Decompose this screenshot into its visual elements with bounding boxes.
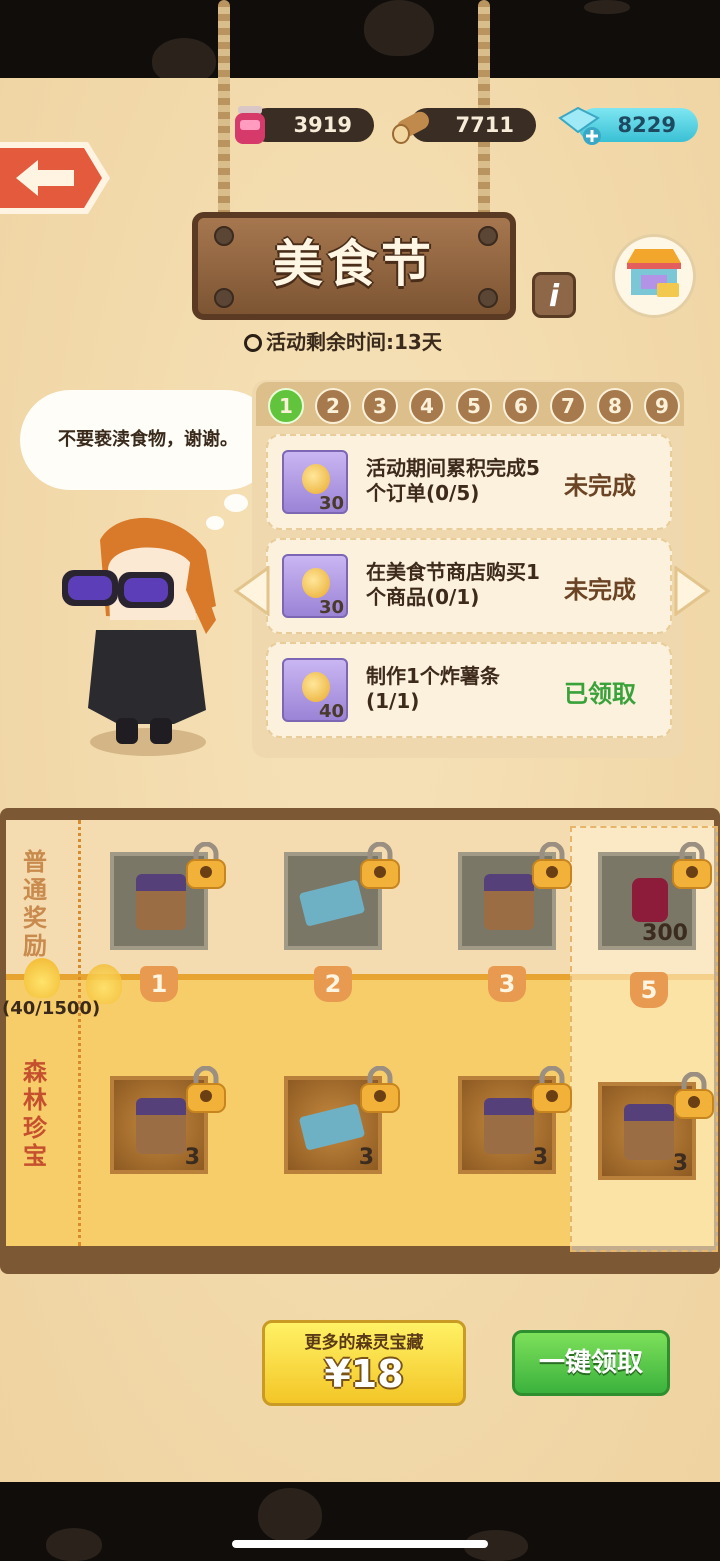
shadow-creature-decor [46, 1528, 102, 1561]
step-4[interactable]: 4 [409, 388, 445, 424]
free-tier-label: 普通奖励 [23, 848, 47, 960]
task-status: 未完成 [564, 576, 636, 604]
slot-qty: 3 [358, 1145, 374, 1170]
task-card: 30 在美食节商店购买1个商品(0/1) 未完成 [266, 538, 672, 634]
premium-tier-label: 森林珍宝 [23, 1058, 47, 1170]
gem-value: 8229 [617, 113, 676, 137]
wood-value: 7711 [455, 113, 514, 137]
buy-premium-subtitle: 更多的森灵宝藏 [304, 1333, 424, 1353]
lock-icon [360, 842, 400, 889]
reward-token-icon: 30 [282, 450, 348, 514]
task-description: 制作1个炸薯条(1/1) [366, 664, 500, 713]
milestone-marker: 5 [630, 972, 668, 1008]
jam-counter: 3919 [250, 108, 374, 142]
bubble-tail [224, 494, 248, 512]
jam-value: 3919 [293, 113, 352, 137]
shadow-creature-decor [584, 0, 630, 14]
bottom-border [0, 1482, 720, 1561]
points-progress: (40/1500) [2, 998, 101, 1019]
slot-qty: 3 [672, 1151, 688, 1176]
step-2[interactable]: 2 [315, 388, 351, 424]
step-9[interactable]: 9 [644, 388, 680, 424]
lock-icon [672, 842, 712, 889]
slot-qty: 3 [532, 1145, 548, 1170]
jam-jar-icon [632, 878, 668, 922]
task-card: 30 活动期间累积完成5个订单(0/5) 未完成 [266, 434, 672, 530]
speech-text: 不要亵渎食物，谢谢。 [58, 429, 238, 450]
task-status: 未完成 [564, 472, 636, 500]
milestone-marker: 3 [488, 966, 526, 1002]
cake-icon [136, 874, 186, 930]
ticket-icon [298, 1103, 366, 1151]
chevron-left-icon [233, 565, 270, 617]
back-button[interactable] [0, 138, 112, 218]
task-reward-qty: 30 [318, 597, 344, 618]
shop-stall-icon [627, 249, 681, 297]
step-5[interactable]: 5 [456, 388, 492, 424]
rope-left [218, 0, 230, 222]
lock-icon [186, 842, 226, 889]
event-timer: 活动剩余时间:13天 [244, 328, 504, 356]
home-indicator[interactable] [232, 1540, 488, 1548]
shadow-creature-decor [258, 1488, 322, 1542]
slot-qty: 300 [642, 921, 688, 946]
lock-icon [186, 1066, 226, 1113]
claim-all-button[interactable]: 一键领取 [512, 1330, 670, 1396]
step-8[interactable]: 8 [597, 388, 633, 424]
task-card: 40 制作1个炸薯条(1/1) 已领取 [266, 642, 672, 738]
wood-log-icon [390, 104, 434, 146]
slot-qty: 3 [184, 1145, 200, 1170]
step-7[interactable]: 7 [550, 388, 586, 424]
cake-icon [624, 1104, 674, 1160]
gem-add-icon[interactable] [556, 104, 602, 148]
next-arrow-button[interactable] [672, 565, 712, 617]
milestone-marker: 1 [140, 966, 178, 1002]
info-icon: i [548, 279, 560, 314]
task-reward-qty: 40 [318, 701, 344, 722]
lock-icon [360, 1066, 400, 1113]
clock-icon [244, 334, 262, 352]
task-status: 已领取 [564, 680, 636, 708]
task-description: 在美食节商店购买1个商品(0/1) [366, 560, 540, 609]
milestone-marker: 2 [314, 966, 352, 1002]
buy-premium-price: ¥18 [324, 1352, 404, 1396]
lock-icon [532, 842, 572, 889]
step-1[interactable]: 1 [268, 388, 304, 424]
reward-token-icon: 40 [282, 658, 348, 722]
dog-character [56, 510, 226, 760]
ticket-icon [298, 879, 366, 927]
lock-icon [674, 1072, 714, 1119]
lock-icon [532, 1066, 572, 1113]
jam-jar-icon [232, 104, 268, 146]
task-reward-qty: 30 [318, 493, 344, 514]
cake-icon [136, 1098, 186, 1154]
chick-icon [24, 958, 60, 998]
step-3[interactable]: 3 [362, 388, 398, 424]
step-6[interactable]: 6 [503, 388, 539, 424]
timer-text: 活动剩余时间:13天 [266, 330, 442, 354]
chevron-right-icon [674, 565, 711, 617]
shadow-creature-decor [364, 0, 434, 56]
page-title: 美食节 [273, 235, 435, 293]
info-button[interactable]: i [532, 272, 576, 318]
cake-icon [484, 874, 534, 930]
shop-button[interactable] [612, 234, 696, 318]
step-selector: 1 2 3 4 5 6 7 8 9 [256, 382, 684, 426]
tier-label-column: 普通奖励 森林珍宝 [6, 820, 81, 1246]
cake-icon [484, 1098, 534, 1154]
reward-token-icon: 30 [282, 554, 348, 618]
task-description: 活动期间累积完成5个订单(0/5) [366, 456, 540, 505]
prev-arrow-button[interactable] [232, 565, 272, 617]
back-arrow-icon [0, 142, 110, 214]
